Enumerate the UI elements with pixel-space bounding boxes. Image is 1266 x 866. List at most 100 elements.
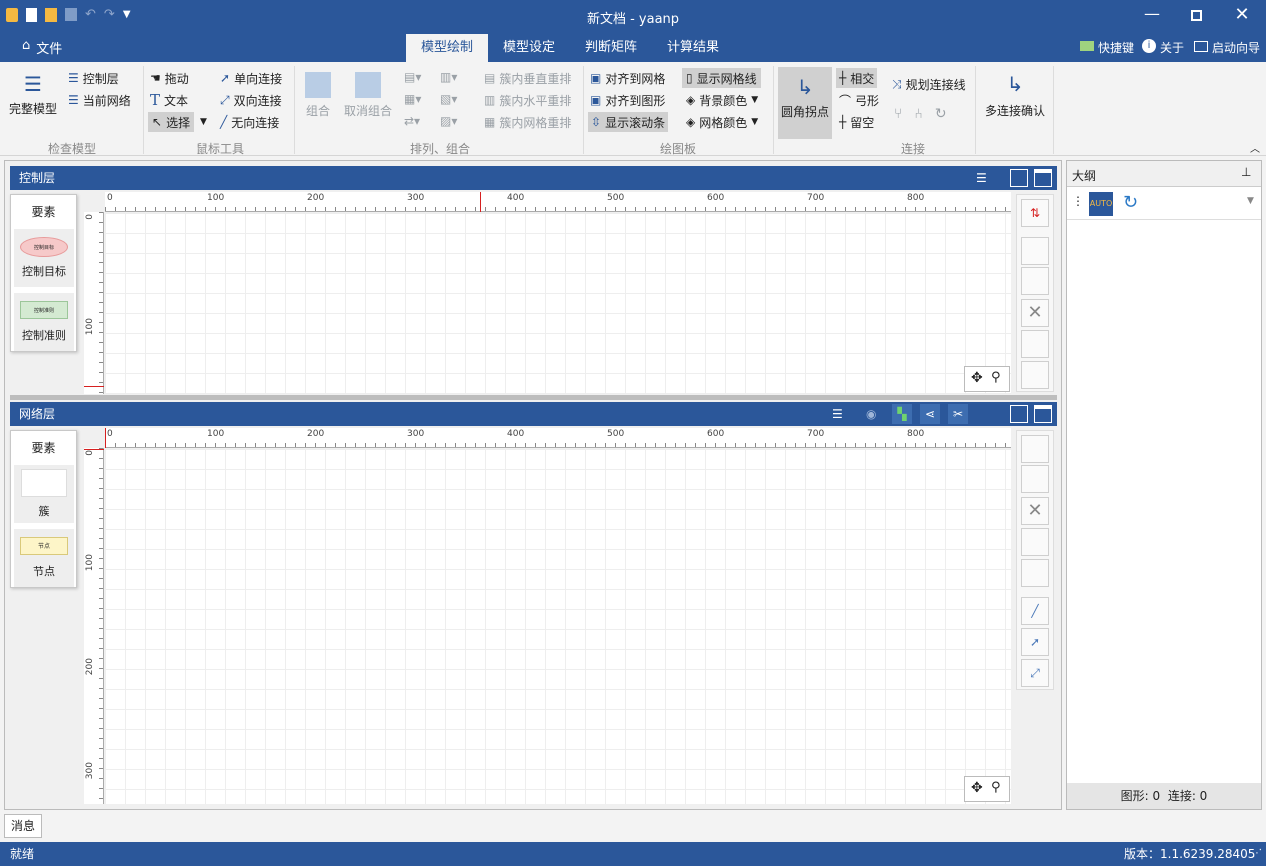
select-dropdown[interactable]: ▼ <box>200 112 207 132</box>
tab-model-settings[interactable]: 模型设定 <box>492 34 566 62</box>
cluster-label: 簇 <box>38 505 50 518</box>
tab-model-drawing[interactable]: 模型绘制 <box>406 34 488 62</box>
grid-color-dropdown[interactable]: ◈ 网格颜色 ▼ <box>686 112 758 132</box>
rounded-corner-toggle[interactable]: ↳ 圆角拐点 <box>778 67 832 139</box>
move-icon[interactable]: ✥ <box>971 370 983 386</box>
node-shape: 节点 <box>20 537 68 555</box>
complete-model-button[interactable]: ☰ 完整模型 <box>6 72 60 117</box>
share-icon[interactable]: ⋖ <box>920 404 940 424</box>
distribute-v-icon[interactable]: ▧▾ <box>440 92 466 106</box>
show-grid-toggle[interactable]: ▯ 显示网格线 <box>682 68 761 88</box>
control-layer-check[interactable]: ☰ 控制层 <box>68 68 119 88</box>
refresh-icon[interactable]: ↻ <box>1123 192 1138 213</box>
select-tool[interactable]: ↖ 选择 <box>148 112 195 132</box>
distribute-h-icon[interactable]: ▦▾ <box>404 92 430 106</box>
network-side-toolbar: ✕ ╱ ➚ ⤢ <box>1016 430 1054 690</box>
wizard-button[interactable]: 启动向导 <box>1194 39 1260 56</box>
one-way-arrow-icon[interactable]: ➚ <box>1021 628 1049 656</box>
same-width-icon[interactable]: ▨▾ <box>440 114 466 128</box>
minimize-button[interactable]: — <box>1140 6 1164 26</box>
gap-option[interactable]: ┼ 留空 <box>839 112 874 132</box>
ruler-tick-label: 700 <box>807 429 825 439</box>
collapse-ribbon-icon[interactable]: ︿ <box>1250 140 1260 155</box>
close-button[interactable]: ✕ <box>1230 4 1254 26</box>
about-button[interactable]: i 关于 <box>1142 39 1184 56</box>
cluster-grid-rearrange[interactable]: ▦ 簇内网格重排 <box>484 112 571 132</box>
image-icon[interactable] <box>1021 528 1049 556</box>
auto-layout-icon[interactable]: AUTO <box>1089 192 1113 216</box>
network-layer-header: 网络层 ☰ ◉ ▚ ⋖ ✂ <box>10 402 1057 426</box>
image-icon[interactable] <box>1021 330 1049 358</box>
copy-icon[interactable] <box>1021 267 1049 295</box>
drag-tool[interactable]: ☚ 拖动 <box>150 68 189 88</box>
control-layer-canvas[interactable] <box>105 213 1011 394</box>
layout-icon[interactable]: ☰ <box>976 166 987 190</box>
magnifier-icon[interactable]: ⚲ <box>991 370 1001 385</box>
group-label-check: 检查模型 <box>47 142 96 156</box>
delete-icon[interactable]: ✕ <box>1021 299 1049 327</box>
cluster-vertical-rearrange[interactable]: ▤ 簇内垂直重排 <box>484 68 571 88</box>
export-icon[interactable] <box>1021 559 1049 587</box>
shortcut-button[interactable]: 快捷键 <box>1080 39 1134 56</box>
file-menu[interactable]: ⌂ 文件 <box>22 38 62 57</box>
group-button[interactable]: 组合 <box>300 72 336 119</box>
pan-zoom-control[interactable]: ✥ ⚲ <box>964 366 1010 392</box>
cluster-horizontal-rearrange[interactable]: ▥ 簇内水平重排 <box>484 90 571 110</box>
align-to-grid[interactable]: ▣ 对齐到网格 <box>590 68 665 88</box>
maximize-panel-icon[interactable] <box>1034 405 1052 423</box>
eye-icon[interactable]: ◉ <box>866 402 876 426</box>
sort-icon[interactable]: ⇅ <box>1021 199 1049 227</box>
cluster-item[interactable]: 簇 <box>14 465 74 523</box>
pin-icon[interactable]: ⊥ <box>1241 165 1251 179</box>
maximize-panel-icon[interactable] <box>1034 169 1052 187</box>
restore-icon[interactable] <box>1010 405 1028 423</box>
plan-connectors-button[interactable]: ⤨ 规划连接线 <box>892 74 966 94</box>
multi-connection-confirm-button[interactable]: ↳ 多连接确认 <box>982 70 1048 119</box>
messages-tab[interactable]: 消息 <box>4 814 42 838</box>
align-to-shape[interactable]: ▣ 对齐到图形 <box>590 90 665 110</box>
magnifier-icon[interactable]: ⚲ <box>991 780 1001 795</box>
layout-icon[interactable]: ☰ <box>832 402 843 426</box>
undirected-link-tool[interactable]: ╱ 无向连接 <box>220 112 279 132</box>
text-tool[interactable]: T 文本 <box>150 90 188 110</box>
palette-title: 要素 <box>31 205 56 219</box>
ungroup-button[interactable]: 取消组合 <box>340 72 396 119</box>
two-way-link-tool[interactable]: ⤢ 双向连接 <box>220 90 282 110</box>
tab-results[interactable]: 计算结果 <box>656 34 730 62</box>
restore-icon[interactable] <box>1010 169 1028 187</box>
refresh-icon[interactable]: ↻ <box>935 106 947 122</box>
tab-judgement-matrix[interactable]: 判断矩阵 <box>574 34 648 62</box>
background-color-dropdown[interactable]: ◈ 背景颜色 ▼ <box>686 90 758 110</box>
resize-grip-icon[interactable]: ⋰ <box>1252 842 1262 866</box>
network-layer-canvas[interactable] <box>105 449 1011 804</box>
arc-option[interactable]: ⌒ 弓形 <box>839 90 879 110</box>
current-network-check[interactable]: ☰ 当前网络 <box>68 90 131 110</box>
move-icon[interactable]: ✥ <box>971 780 983 796</box>
split-link-icon[interactable]: ⑂ <box>894 106 902 122</box>
export-icon[interactable] <box>1021 361 1049 389</box>
cluster-icon[interactable]: ▚ <box>892 404 912 424</box>
node-item[interactable]: 节点 节点 <box>14 529 74 587</box>
copy-icon[interactable] <box>1021 465 1049 493</box>
pan-zoom-control[interactable]: ✥ ⚲ <box>964 776 1010 802</box>
layer-splitter[interactable] <box>10 395 1057 400</box>
horizontal-ruler: 0 100 200 300 400 500 600 700 800 <box>105 428 1011 448</box>
control-goal-item[interactable]: 控制目标 控制目标 <box>14 229 74 287</box>
same-size-icon[interactable]: ⇄▾ <box>404 114 430 128</box>
cut-icon[interactable]: ✂ <box>948 404 968 424</box>
cross-icon: ┼ <box>839 71 847 85</box>
overflow-icon[interactable]: ▼ <box>1247 196 1254 206</box>
intersect-option[interactable]: ┼ 相交 <box>836 68 878 88</box>
paste-icon[interactable] <box>1021 237 1049 265</box>
paste-icon[interactable] <box>1021 435 1049 463</box>
maximize-button[interactable] <box>1185 8 1207 24</box>
two-way-arrow-icon[interactable]: ⤢ <box>1021 659 1049 687</box>
control-criterion-item[interactable]: 控制准则 控制准则 <box>14 293 74 351</box>
line-link-icon[interactable]: ╱ <box>1021 597 1049 625</box>
align-top-icon[interactable]: ▥▾ <box>440 70 466 84</box>
one-way-link-tool[interactable]: ➚ 单向连接 <box>220 68 282 88</box>
merge-link-icon[interactable]: ⑃ <box>914 106 922 122</box>
align-left-icon[interactable]: ▤▾ <box>404 70 430 84</box>
delete-icon[interactable]: ✕ <box>1021 497 1049 525</box>
show-scrollbars-toggle[interactable]: ⇳ 显示滚动条 <box>588 112 669 132</box>
